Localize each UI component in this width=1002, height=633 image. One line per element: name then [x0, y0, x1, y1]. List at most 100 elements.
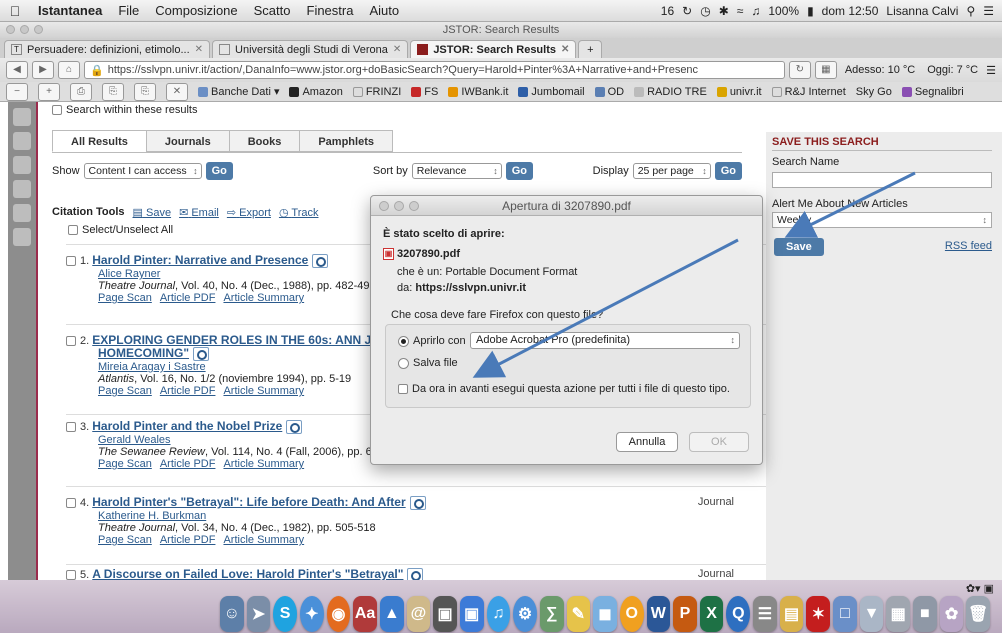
dictionary-icon[interactable]: Aa — [353, 596, 377, 632]
display-go-button[interactable]: Go — [714, 162, 742, 180]
result-title-line2[interactable]: HOMECOMING" — [98, 346, 189, 360]
close-window-button[interactable] — [6, 25, 15, 34]
finder-icon[interactable]: ☺ — [220, 596, 244, 632]
contacts-icon[interactable]: @ — [406, 596, 431, 632]
always-do-this-option[interactable]: Da ora in avanti esegui questa azione pe… — [398, 383, 730, 395]
open-with-app-select[interactable]: Adobe Acrobat Pro (predefinita) — [470, 332, 740, 349]
home-button[interactable]: ⌂ — [58, 61, 80, 79]
article-summary-link[interactable]: Article Summary — [223, 534, 304, 546]
article-pdf-link[interactable]: Article PDF — [160, 292, 216, 304]
bookmark-univr[interactable]: univr.it — [716, 86, 762, 98]
bluetooth-icon[interactable]: ✱ — [719, 4, 729, 18]
menu-scatto[interactable]: Scatto — [246, 3, 299, 18]
notes-icon[interactable]: ▤ — [779, 596, 804, 632]
battery-level[interactable]: 100% — [768, 4, 799, 18]
article-pdf-link[interactable]: Article PDF — [160, 385, 216, 397]
tab-pamphlets[interactable]: Pamphlets — [299, 130, 393, 152]
cut-button[interactable]: ✕ — [166, 82, 188, 101]
skype-icon[interactable]: S — [273, 596, 297, 632]
toolbar-tool-icon[interactable] — [13, 156, 31, 174]
acrobat-icon[interactable]: ✶ — [806, 596, 831, 632]
zoom-out-button[interactable]: − — [6, 82, 28, 101]
downloads-stack-icon[interactable]: ▼ — [859, 596, 884, 632]
datetime[interactable]: dom 12:50 — [822, 4, 879, 18]
weather-today[interactable]: Oggi: 7 °C — [923, 64, 982, 76]
back-button[interactable]: ◀ — [6, 61, 28, 79]
preview-icon[interactable] — [407, 568, 424, 580]
calculator-icon[interactable]: ∑ — [539, 596, 564, 632]
menu-file[interactable]: File — [110, 3, 147, 18]
result-title[interactable]: A Discourse on Failed Love: Harold Pinte… — [92, 567, 403, 580]
excel-icon[interactable]: X — [699, 596, 724, 632]
wifi-icon[interactable]: ≈ — [737, 4, 744, 18]
zoom-window-button[interactable] — [34, 25, 43, 34]
launchpad-icon[interactable]: ➤ — [246, 596, 271, 632]
close-tab-icon[interactable]: ✕ — [195, 44, 203, 55]
toolbar-tool-icon[interactable] — [13, 132, 31, 150]
page-scan-link[interactable]: Page Scan — [98, 534, 152, 546]
citation-email-link[interactable]: ✉ Email — [179, 206, 219, 219]
reload-button[interactable]: ↻ — [788, 61, 811, 79]
result-title[interactable]: Harold Pinter: Narrative and Presence — [92, 253, 308, 267]
firefox-icon[interactable]: ◉ — [326, 596, 351, 632]
bookmark-frinzi[interactable]: FRINZI — [352, 86, 401, 98]
time-machine-icon[interactable]: ◷ — [700, 4, 710, 18]
article-summary-link[interactable]: Article Summary — [223, 385, 304, 397]
new-tab-button[interactable]: + — [578, 40, 603, 58]
bookmark-segnalibri[interactable]: Segnalibri — [901, 86, 964, 98]
sync-icon[interactable]: ↻ — [682, 4, 692, 18]
bookmark-iwbank[interactable]: IWBank.it — [448, 86, 508, 98]
show-go-button[interactable]: Go — [205, 162, 233, 180]
textedit-icon[interactable]: ☰ — [753, 596, 777, 632]
search-within-checkbox[interactable] — [52, 105, 62, 116]
bookmark-banche-dati[interactable]: Banche Dati ▾ — [198, 85, 279, 98]
minimize-window-button[interactable] — [20, 25, 29, 34]
dialog-zoom-button[interactable] — [409, 201, 419, 211]
save-file-radio[interactable] — [398, 357, 409, 369]
volume-icon[interactable]: ♫ — [751, 4, 760, 18]
powerpoint-icon[interactable]: P — [673, 596, 697, 632]
stack-icon[interactable]: ✿ — [939, 596, 964, 632]
page-scan-link[interactable]: Page Scan — [98, 292, 152, 304]
photo-icon[interactable]: ▣ — [433, 596, 457, 632]
menu-aiuto[interactable]: Aiuto — [361, 3, 407, 18]
spotlight-icon[interactable]: ⚲ — [966, 4, 975, 18]
open-with-option[interactable]: Aprirlo con — [398, 335, 466, 347]
sort-go-button[interactable]: Go — [505, 162, 534, 180]
preview-icon[interactable] — [193, 347, 210, 362]
result-checkbox[interactable] — [66, 498, 76, 509]
always-do-this-checkbox[interactable] — [398, 384, 408, 394]
safari-icon[interactable]: ✦ — [299, 596, 324, 632]
result-checkbox[interactable] — [66, 256, 76, 267]
menu-icon[interactable]: ☰ — [986, 64, 996, 77]
toolbar-tool-icon[interactable] — [13, 228, 31, 246]
stickies-icon[interactable]: ✎ — [566, 596, 591, 632]
select-all[interactable]: Select/Unselect All — [68, 224, 173, 236]
user-name[interactable]: Lisanna Calvi — [886, 4, 958, 18]
save-search-button[interactable]: Save — [774, 238, 824, 256]
folder-stack-icon[interactable]: ▦ — [886, 596, 911, 632]
preview-icon[interactable] — [286, 420, 303, 435]
save-file-option[interactable]: Salva file — [398, 357, 458, 369]
tab-jstor[interactable]: JSTOR: Search Results ✕ — [410, 40, 577, 58]
close-tab-icon[interactable]: ✕ — [393, 44, 401, 55]
page-scan-link[interactable]: Page Scan — [98, 385, 152, 397]
menu-finestra[interactable]: Finestra — [299, 3, 362, 18]
app-store-icon[interactable]: ▲ — [379, 596, 404, 632]
extension-button[interactable]: ▦ — [814, 61, 837, 79]
show-select[interactable]: Content I can access — [83, 163, 202, 179]
open-with-radio[interactable] — [398, 335, 409, 347]
dialog-close-button[interactable] — [379, 201, 389, 211]
system-preferences-icon[interactable]: ⚙ — [513, 596, 537, 632]
documents-icon[interactable]: □ — [833, 596, 857, 632]
tab-all-results[interactable]: All Results — [52, 130, 147, 152]
rss-feed-link[interactable]: RSS feed — [945, 240, 992, 252]
citation-save-link[interactable]: ▤ Save — [133, 206, 172, 219]
word-icon[interactable]: W — [646, 596, 671, 632]
print-button[interactable]: ⎙ — [70, 82, 92, 101]
search-name-input[interactable] — [772, 172, 992, 188]
notification-center-icon[interactable]: ☰ — [983, 4, 994, 18]
result-checkbox[interactable] — [66, 336, 76, 347]
article-summary-link[interactable]: Article Summary — [223, 458, 304, 470]
preview-icon[interactable] — [312, 254, 329, 269]
